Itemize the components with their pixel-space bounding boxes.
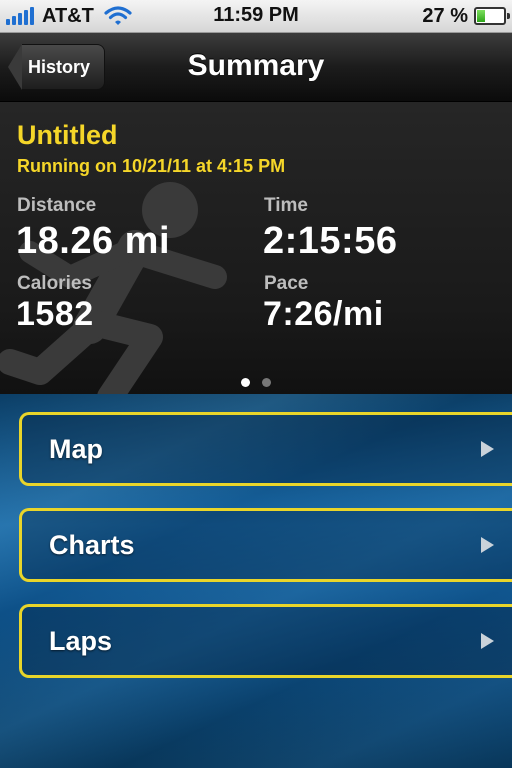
page-dot-1[interactable] [241,378,250,387]
menu-list: Map Charts Laps [0,394,512,768]
disclosure-arrow-icon [481,537,494,553]
workout-subtitle: Running on 10/21/11 at 4:15 PM [17,156,286,176]
map-label: Map [49,433,103,464]
page-indicator[interactable] [0,378,512,387]
charts-label: Charts [49,529,135,560]
laps-label: Laps [49,625,113,656]
page-title: Summary [187,49,325,82]
laps-menu-item[interactable]: Laps [19,604,512,678]
workout-title: Untitled [17,120,118,150]
status-bar: AT&T 11:59 PM 27 % [0,0,512,33]
time-label: Time [264,195,309,216]
calories-value: 1582 [16,295,94,333]
disclosure-arrow-icon [481,633,494,649]
battery-percent: 27 % [422,4,468,27]
status-right: 27 % [422,4,510,28]
battery-tip [507,13,510,19]
navigation-bar: History Summary [0,33,512,102]
battery-icon [474,7,510,25]
time-value: 2:15:56 [263,220,398,262]
pace-label: Pace [264,273,309,294]
charts-menu-item[interactable]: Charts [19,508,512,582]
distance-value: 18.26 mi [16,220,170,262]
calories-label: Calories [17,273,92,294]
summary-panel[interactable]: Untitled Running on 10/21/11 at 4:15 PM … [0,102,512,394]
distance-label: Distance [17,195,97,216]
battery-fill [477,10,485,22]
disclosure-arrow-icon [481,441,494,457]
pace-value: 7:26/mi [263,295,384,333]
page-dot-2[interactable] [262,378,271,387]
map-menu-item[interactable]: Map [19,412,512,486]
